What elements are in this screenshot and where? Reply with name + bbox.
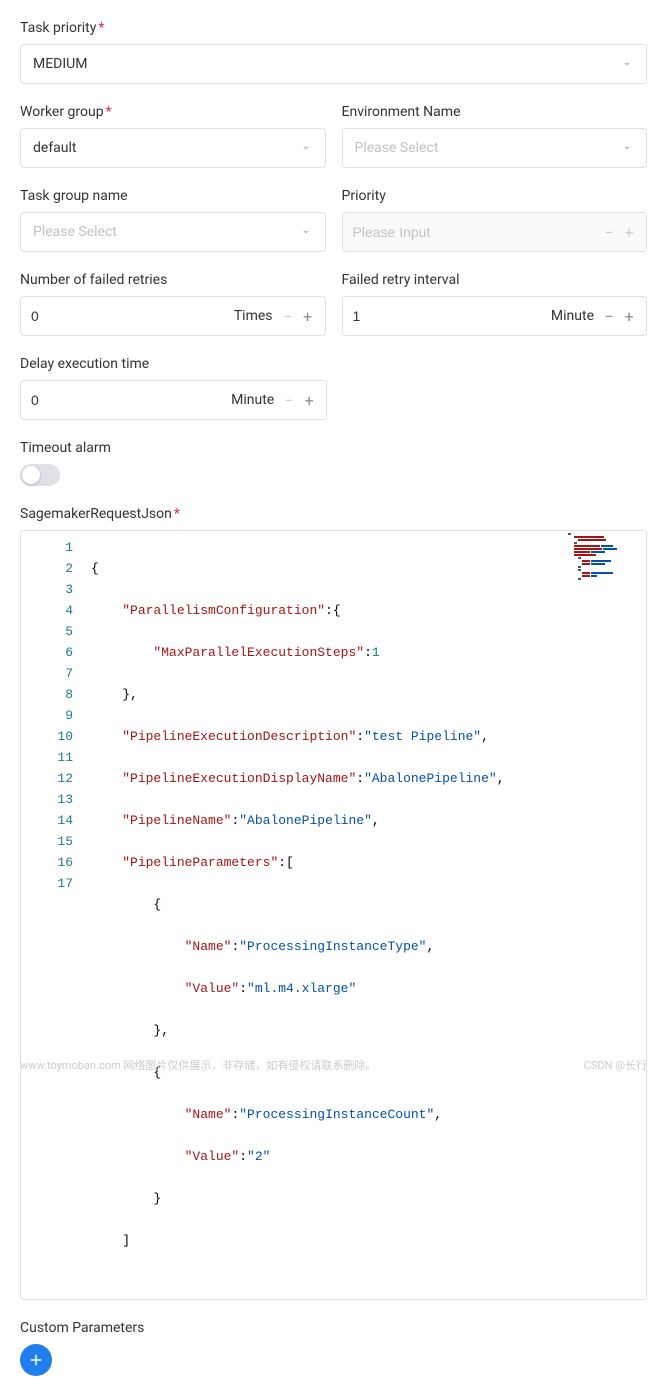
chevron-down-icon [299,225,313,239]
custom-parameters-label: Custom Parameters [20,1320,647,1336]
chevron-down-icon [620,57,634,71]
task-group-placeholder: Please Select [33,224,299,240]
times-unit: Times [234,308,273,324]
plus-icon [27,1351,45,1369]
task-group-name-select[interactable]: Please Select [20,212,326,252]
minus-icon[interactable]: − [282,391,296,410]
environment-placeholder: Please Select [355,140,621,156]
minute-unit: Minute [551,308,594,324]
plus-icon[interactable]: + [622,307,636,326]
minute-unit: Minute [231,392,274,408]
retry-interval-label: Failed retry interval [342,272,648,288]
footer-text: www.toymoban.com 网络图片仅供展示，非存储，如有侵权请联系删除。 [20,1057,376,1073]
delay-execution-label: Delay execution time [20,356,327,372]
priority-label: Priority [342,188,648,204]
chevron-down-icon [620,141,634,155]
priority-input[interactable]: − + [342,212,648,252]
plus-icon[interactable]: + [301,307,315,326]
delay-execution-input[interactable]: Minute − + [20,380,327,420]
watermark: CSDN @长行 [584,1057,647,1073]
retry-interval-input[interactable]: Minute − + [342,296,648,336]
timeout-alarm-switch[interactable] [20,464,60,486]
sagemaker-json-label: SagemakerRequestJson* [20,506,647,522]
priority-field[interactable] [353,224,603,240]
environment-name-select[interactable]: Please Select [342,128,648,168]
code-minimap[interactable] [566,531,646,601]
plus-icon[interactable]: + [302,391,316,410]
minus-icon: − [602,223,616,242]
code-editor[interactable]: 1234567891011121314151617 { "Parallelism… [20,530,647,1300]
add-parameter-button[interactable] [20,1344,52,1376]
failed-retries-field[interactable] [31,308,226,324]
timeout-alarm-label: Timeout alarm [20,440,647,456]
environment-name-label: Environment Name [342,104,648,120]
minus-icon[interactable]: − [281,307,295,326]
task-priority-value: MEDIUM [33,56,620,72]
failed-retries-label: Number of failed retries [20,272,326,288]
worker-group-value: default [33,140,299,156]
code-content[interactable]: { "ParallelismConfiguration":{ "MaxParal… [91,531,646,1299]
minus-icon[interactable]: − [602,307,616,326]
plus-icon: + [622,223,636,242]
worker-group-select[interactable]: default [20,128,326,168]
failed-retries-input[interactable]: Times − + [20,296,326,336]
delay-execution-field[interactable] [31,392,223,408]
task-priority-select[interactable]: MEDIUM [20,44,647,84]
chevron-down-icon [299,141,313,155]
retry-interval-field[interactable] [353,308,543,324]
code-gutter: 1234567891011121314151617 [21,531,91,1299]
task-priority-label: Task priority* [20,20,647,36]
task-group-name-label: Task group name [20,188,326,204]
worker-group-label: Worker group* [20,104,326,120]
